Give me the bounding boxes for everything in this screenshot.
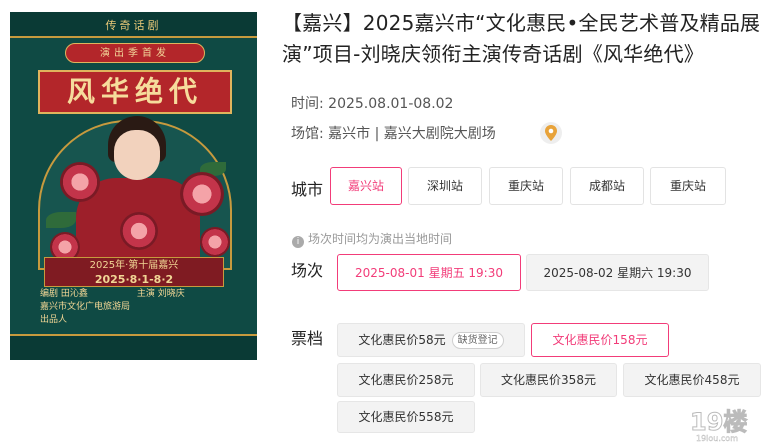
- poster-info-line1: 2025年·第十届嘉兴: [89, 260, 179, 271]
- session-label: 场次: [291, 261, 324, 280]
- ticket-option-558[interactable]: 文化惠民价558元: [337, 401, 475, 433]
- map-pin-glyph: [545, 125, 557, 141]
- ticket-option-358[interactable]: 文化惠民价358元: [480, 363, 617, 397]
- info-icon: i: [292, 236, 304, 248]
- poster-credit-line2: 嘉兴市文化广电旅游局: [40, 302, 131, 312]
- event-poster: 传奇话剧 演出季首发 风华绝代 2025年·第十届嘉兴 2025·8·1-8·2…: [10, 12, 257, 360]
- watermark-logo: 19楼 19lou.com: [690, 408, 748, 444]
- city-option-chengdu[interactable]: 成都站: [570, 167, 644, 205]
- poster-flower: [120, 212, 158, 250]
- poster-credit-line3: 出品人: [40, 315, 68, 325]
- city-option-chongqing[interactable]: 重庆站: [489, 167, 563, 205]
- sold-out-tag: 缺货登记: [451, 332, 504, 349]
- session-option-0802[interactable]: 2025-08-02 星期六 19:30: [526, 254, 709, 291]
- time-value: 2025.08.01-08.02: [328, 96, 454, 112]
- watermark-sub: 19lou.com: [696, 434, 738, 443]
- poster-date-box: 2025年·第十届嘉兴 2025·8·1-8·2: [44, 257, 224, 287]
- site-watermark: 19楼 19lou.com: [686, 404, 776, 444]
- venue-row: 场馆: 嘉兴市 | 嘉兴大剧院大剧场: [291, 123, 496, 143]
- city-option-jiaxing[interactable]: 嘉兴站: [330, 167, 402, 205]
- ticket-option-58-label: 文化惠民价58元: [358, 333, 446, 347]
- ticket-option-258[interactable]: 文化惠民价258元: [337, 363, 475, 397]
- city-option-chongqing-2[interactable]: 重庆站: [650, 167, 726, 205]
- timezone-note: i 场次时间均为演出当地时间: [292, 230, 452, 248]
- poster-credits: 编剧 田沁鑫 主演 刘晓庆 嘉兴市文化广电旅游局 出品人: [40, 288, 230, 327]
- poster-badge: 演出季首发: [65, 43, 205, 63]
- ticket-label: 票档: [291, 329, 324, 348]
- poster-leaf: [46, 212, 76, 228]
- venue-value: 嘉兴市 | 嘉兴大剧院大剧场: [328, 126, 496, 142]
- map-pin-icon[interactable]: [540, 122, 562, 144]
- time-label: 时间:: [291, 96, 324, 112]
- venue-label: 场馆:: [291, 126, 324, 142]
- city-option-shenzhen[interactable]: 深圳站: [408, 167, 482, 205]
- poster-title: 风华绝代: [38, 70, 232, 114]
- ticket-option-158[interactable]: 文化惠民价158元: [531, 323, 669, 357]
- poster-info-line2: 2025·8·1-8·2: [94, 273, 174, 286]
- poster-credit-right: 主演 刘晓庆: [136, 289, 185, 299]
- poster-credit-left: 编剧 田沁鑫: [40, 289, 88, 299]
- poster-flower: [200, 227, 230, 257]
- time-row: 时间: 2025.08.01-08.02: [291, 93, 453, 113]
- event-title: 【嘉兴】2025嘉兴市“文化惠民•全民艺术普及精品展演”项目-刘晓庆领衔主演传奇…: [282, 11, 761, 66]
- city-label: 城市: [291, 180, 324, 199]
- watermark-text: 19楼: [690, 408, 747, 436]
- poster-bottom-border: [10, 334, 257, 360]
- poster-flower: [180, 172, 224, 216]
- timezone-note-text: 场次时间均为演出当地时间: [308, 232, 453, 246]
- poster-flower: [60, 162, 100, 202]
- poster-figure-face: [114, 130, 160, 180]
- session-option-0801[interactable]: 2025-08-01 星期五 19:30: [337, 254, 521, 291]
- ticket-option-58[interactable]: 文化惠民价58元 缺货登记: [337, 323, 525, 357]
- poster-header: 传奇话剧: [105, 19, 162, 32]
- ticket-option-458[interactable]: 文化惠民价458元: [623, 363, 761, 397]
